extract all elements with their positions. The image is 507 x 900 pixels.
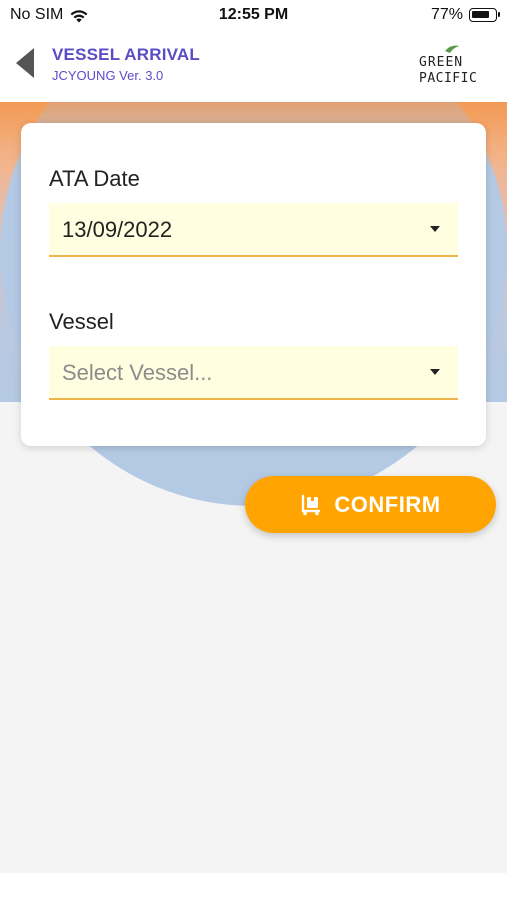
dropdown-caret-icon	[430, 226, 440, 232]
title-block: VESSEL ARRIVAL JCYOUNG Ver. 3.0	[52, 45, 200, 83]
form-card: ATA Date 13/09/2022 Vessel Select Vessel…	[21, 123, 486, 446]
ata-date-value: 13/09/2022	[62, 217, 173, 242]
back-button[interactable]	[14, 46, 44, 80]
cargo-dolly-icon	[302, 494, 321, 515]
vessel-placeholder: Select Vessel...	[62, 360, 213, 385]
status-right: 77%	[430, 6, 500, 24]
green-pacific-logo: GREEN PACIFIC	[417, 42, 487, 88]
app-version: JCYOUNG Ver. 3.0	[52, 68, 164, 83]
dropdown-caret-icon	[430, 369, 440, 375]
logo-text-green: GREEN	[419, 55, 463, 70]
ata-date-label: ATA Date	[49, 166, 140, 191]
page-title: VESSEL ARRIVAL	[52, 45, 200, 64]
status-bar: No SIM 12:55 PM 77%	[0, 0, 507, 32]
ata-date-select[interactable]: 13/09/2022	[49, 203, 458, 257]
confirm-label: CONFIRM	[334, 491, 441, 517]
vessel-select[interactable]: Select Vessel...	[49, 346, 458, 400]
logo-text-pacific: PACIFIC	[419, 71, 477, 86]
app-screen: No SIM 12:55 PM 77% VESSEL ARRIVAL JCYOU…	[0, 0, 507, 900]
battery-percent: 77%	[430, 6, 463, 23]
back-arrow-icon	[16, 48, 34, 78]
vessel-label: Vessel	[49, 309, 114, 334]
app-header: VESSEL ARRIVAL JCYOUNG Ver. 3.0 GREEN PA…	[0, 32, 507, 102]
confirm-button[interactable]: CONFIRM	[245, 476, 496, 533]
bottom-bar	[0, 873, 507, 900]
battery-icon	[469, 8, 500, 22]
